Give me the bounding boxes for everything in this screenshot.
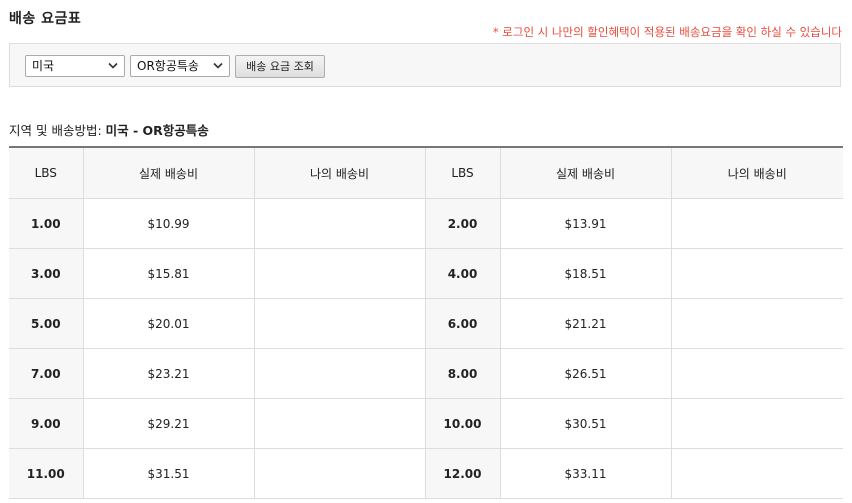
- table-row: 5.00 $20.01 6.00 $21.21: [9, 298, 843, 349]
- header-lbs: LBS: [9, 147, 84, 199]
- login-discount-notice: * 로그인 시 나만의 할인혜택이 적용된 배송요금을 확인 하실 수 있습니다: [492, 25, 842, 39]
- lbs-cell: 4.00: [424, 248, 501, 299]
- my-fee-cell: [670, 298, 843, 349]
- region-method-label: 지역 및 배송방법:: [9, 123, 102, 138]
- actual-fee-cell: $18.51: [499, 248, 672, 299]
- my-fee-cell: [670, 198, 843, 249]
- lbs-cell: 12.00: [424, 448, 501, 499]
- header-actual-fee: 실제 배송비: [499, 147, 672, 199]
- lbs-cell: 10.00: [424, 398, 501, 449]
- lbs-cell: 1.00: [9, 198, 84, 249]
- lbs-cell: 5.00: [9, 298, 84, 349]
- actual-fee-cell: $31.51: [82, 448, 255, 499]
- actual-fee-cell: $30.51: [499, 398, 672, 449]
- my-fee-cell: [253, 398, 426, 449]
- table-row: 1.00 $10.99 2.00 $13.91: [9, 198, 843, 249]
- actual-fee-cell: $15.81: [82, 248, 255, 299]
- lbs-cell: 7.00: [9, 348, 84, 399]
- table-row: 3.00 $15.81 4.00 $18.51: [9, 248, 843, 299]
- page: 배송 요금표 * 로그인 시 나만의 할인혜택이 적용된 배송요금을 확인 하실…: [0, 0, 852, 503]
- my-fee-cell: [670, 448, 843, 499]
- actual-fee-cell: $33.11: [499, 448, 672, 499]
- region-method-summary: 지역 및 배송방법: 미국 - OR항공특송: [9, 120, 209, 139]
- actual-fee-cell: $10.99: [82, 198, 255, 249]
- region-method-selection: 미국 - OR항공특송: [105, 123, 209, 138]
- actual-fee-cell: $23.21: [82, 348, 255, 399]
- header-lbs: LBS: [424, 147, 501, 199]
- my-fee-cell: [670, 248, 843, 299]
- query-rates-button[interactable]: 배송 요금 조회: [235, 55, 325, 78]
- my-fee-cell: [670, 398, 843, 449]
- lbs-cell: 3.00: [9, 248, 84, 299]
- filter-panel: 미국 OR항공특송 배송 요금 조회: [9, 43, 841, 87]
- actual-fee-cell: $29.21: [82, 398, 255, 449]
- chevron-down-icon: [213, 62, 223, 69]
- page-title: 배송 요금표: [9, 11, 82, 27]
- my-fee-cell: [253, 298, 426, 349]
- my-fee-cell: [253, 248, 426, 299]
- header-my-fee: 나의 배송비: [670, 147, 843, 199]
- my-fee-cell: [670, 348, 843, 399]
- my-fee-cell: [253, 348, 426, 399]
- actual-fee-cell: $20.01: [82, 298, 255, 349]
- lbs-cell: 2.00: [424, 198, 501, 249]
- actual-fee-cell: $26.51: [499, 348, 672, 399]
- header-my-fee: 나의 배송비: [253, 147, 426, 199]
- table-row: 9.00 $29.21 10.00 $30.51: [9, 398, 843, 449]
- shipping-rate-table: LBS 실제 배송비 나의 배송비 LBS 실제 배송비 나의 배송비 1.00…: [9, 146, 843, 499]
- table-row: 7.00 $23.21 8.00 $26.51: [9, 348, 843, 399]
- table-header-row: LBS 실제 배송비 나의 배송비 LBS 실제 배송비 나의 배송비: [9, 147, 843, 199]
- lbs-cell: 8.00: [424, 348, 501, 399]
- country-select-value: 미국: [32, 59, 55, 73]
- actual-fee-cell: $21.21: [499, 298, 672, 349]
- my-fee-cell: [253, 198, 426, 249]
- lbs-cell: 11.00: [9, 448, 84, 499]
- table-row: 11.00 $31.51 12.00 $33.11: [9, 448, 843, 499]
- chevron-down-icon: [108, 62, 118, 69]
- lbs-cell: 6.00: [424, 298, 501, 349]
- country-select[interactable]: 미국: [25, 55, 125, 77]
- lbs-cell: 9.00: [9, 398, 84, 449]
- actual-fee-cell: $13.91: [499, 198, 672, 249]
- shipping-method-select[interactable]: OR항공특송: [130, 55, 230, 77]
- shipping-method-select-value: OR항공특송: [137, 59, 199, 73]
- my-fee-cell: [253, 448, 426, 499]
- header-actual-fee: 실제 배송비: [82, 147, 255, 199]
